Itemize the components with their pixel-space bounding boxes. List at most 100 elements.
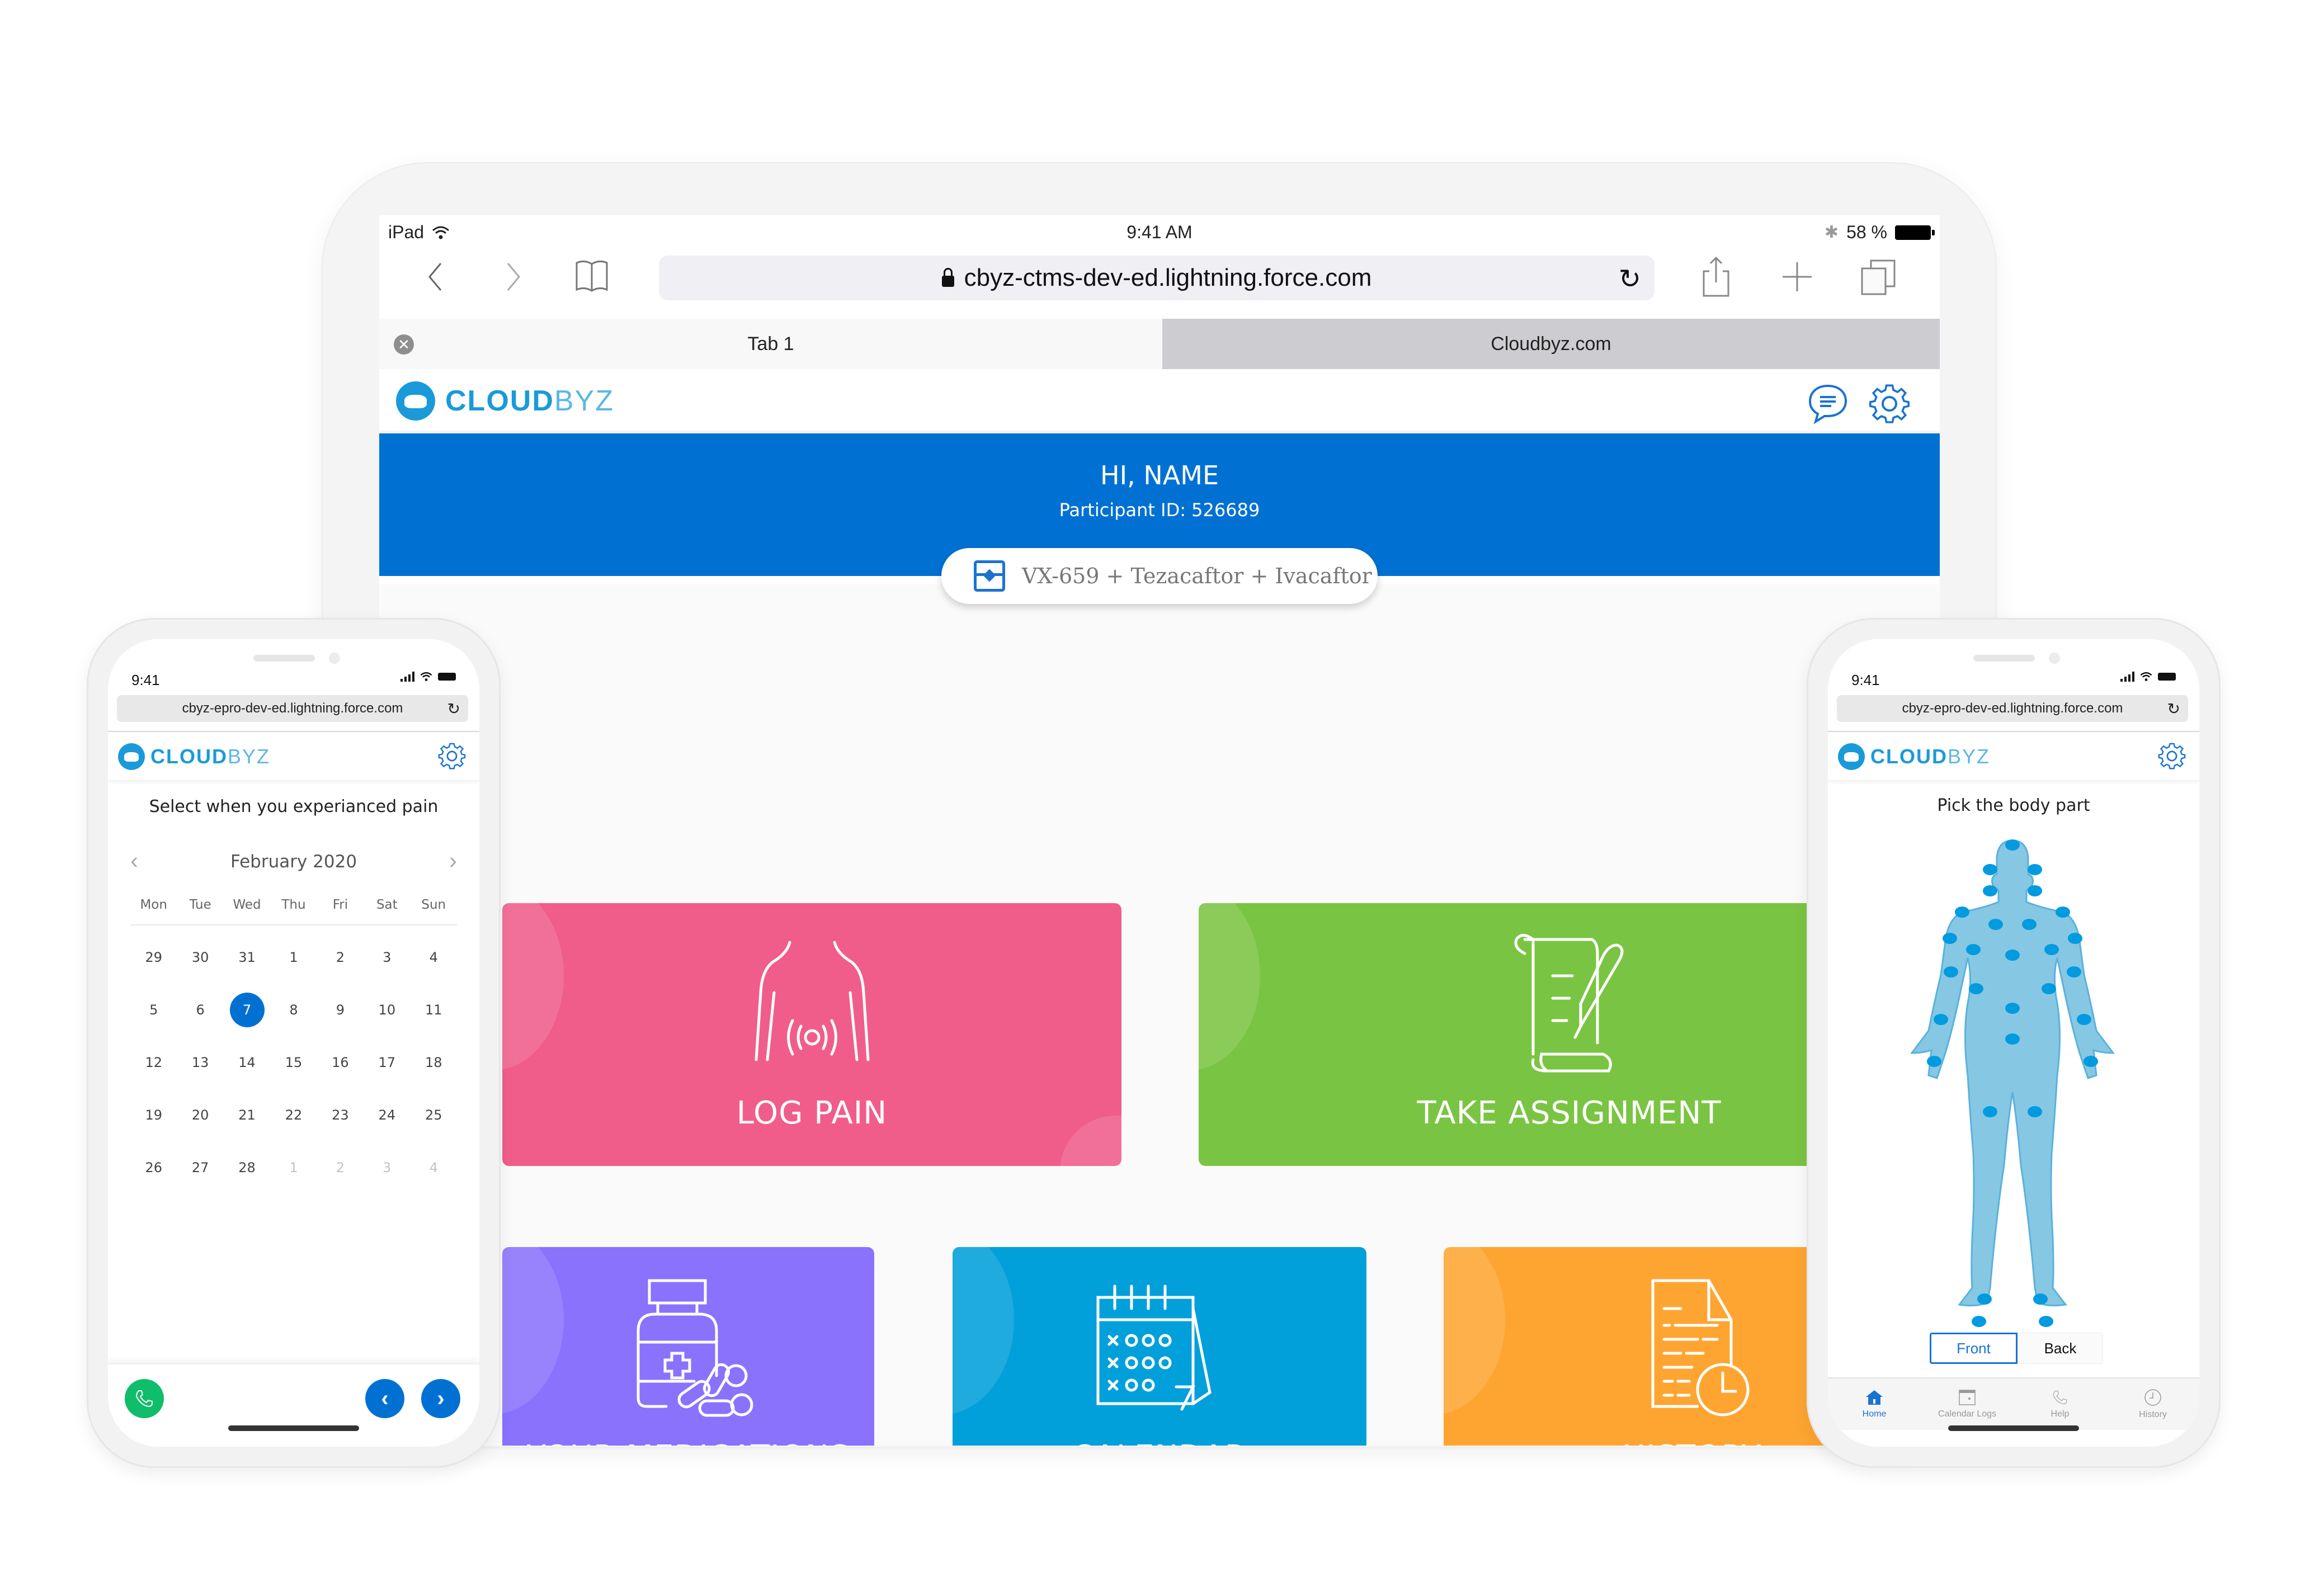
body-point-hotspot[interactable]	[2077, 1014, 2091, 1025]
body-point-hotspot[interactable]	[1977, 1293, 1992, 1305]
calendar-day[interactable]: 2	[317, 1160, 364, 1175]
tile-your-medications[interactable]: YOUR MEDICATIONS	[502, 1247, 874, 1446]
chat-icon[interactable]	[1806, 381, 1850, 426]
calendar-day[interactable]: 17	[364, 1055, 410, 1070]
body-point-hotspot[interactable]	[1972, 1316, 1986, 1327]
nav-calendar-logs[interactable]: Calendar Logs	[1921, 1378, 2014, 1430]
close-tab-icon[interactable]: ✕	[394, 334, 414, 355]
tile-calendar[interactable]: CALENDAR	[953, 1247, 1366, 1446]
calendar-day[interactable]: 2	[317, 950, 364, 965]
calendar-day[interactable]: 24	[364, 1107, 410, 1123]
body-point-hotspot[interactable]	[2022, 919, 2037, 930]
body-point-hotspot[interactable]	[2028, 885, 2042, 896]
nav-help[interactable]: Help	[2014, 1378, 2106, 1430]
calendar-day[interactable]: 23	[317, 1107, 364, 1123]
reload-icon[interactable]: ↻	[447, 700, 460, 718]
body-point-hotspot[interactable]	[1955, 906, 1969, 918]
calendar-day[interactable]: 29	[130, 950, 177, 965]
body-point-hotspot[interactable]	[2067, 966, 2081, 978]
nav-history[interactable]: History	[2106, 1378, 2199, 1430]
calendar-day[interactable]: 15	[270, 1055, 317, 1070]
url-field[interactable]: cbyz-ctms-dev-ed.lightning.force.com ↻	[659, 256, 1654, 300]
gear-icon[interactable]	[437, 741, 467, 771]
calendar-day[interactable]: 1	[270, 950, 317, 965]
calendar-day[interactable]: 3	[364, 1160, 410, 1175]
calendar-day-selected[interactable]: 7	[224, 993, 270, 1027]
url-field[interactable]: cbyz-epro-dev-ed.lightning.force.com ↻	[1837, 695, 2188, 722]
new-tab-button[interactable]	[1775, 254, 1820, 299]
body-point-hotspot[interactable]	[2084, 1056, 2098, 1067]
calendar-day[interactable]: 10	[364, 1002, 410, 1018]
calendar-day[interactable]: 6	[177, 1002, 223, 1018]
gear-icon[interactable]	[2157, 741, 2187, 771]
calendar-day[interactable]: 20	[177, 1107, 223, 1123]
calendar-day[interactable]: 31	[224, 950, 270, 965]
home-indicator[interactable]	[228, 1425, 359, 1431]
calendar-day[interactable]: 30	[177, 950, 223, 965]
tile-log-pain[interactable]: LOG PAIN	[502, 903, 1121, 1166]
calendar-day[interactable]: 1	[270, 1160, 317, 1175]
calendar-day[interactable]: 4	[411, 950, 457, 965]
cloudbyz-logo[interactable]: CLOUD BYZ	[118, 743, 270, 770]
calendar-day[interactable]: 9	[317, 1002, 364, 1018]
bookmarks-button[interactable]	[569, 254, 614, 299]
calendar-day[interactable]: 19	[130, 1107, 177, 1123]
back-button[interactable]	[413, 254, 458, 299]
body-point-hotspot[interactable]	[2028, 1106, 2042, 1117]
body-point-hotspot[interactable]	[1988, 919, 2003, 930]
body-point-hotspot[interactable]	[2042, 983, 2056, 994]
back-view-button[interactable]: Back	[2018, 1333, 2103, 1364]
forward-button[interactable]	[491, 254, 536, 299]
cloudbyz-logo[interactable]: CLOUD BYZ	[1838, 743, 1990, 770]
body-point-hotspot[interactable]	[2005, 950, 2020, 961]
human-body-figure[interactable]	[1906, 829, 2119, 1333]
body-point-hotspot[interactable]	[2005, 1033, 2020, 1045]
body-point-hotspot[interactable]	[1944, 966, 1958, 978]
calendar-day[interactable]: 22	[270, 1107, 317, 1123]
body-point-hotspot[interactable]	[2068, 933, 2082, 944]
body-point-hotspot[interactable]	[2005, 1003, 2020, 1014]
body-point-hotspot[interactable]	[1983, 864, 1997, 875]
calendar-day[interactable]: 3	[364, 950, 410, 965]
next-month-button[interactable]: ›	[449, 847, 457, 874]
reload-icon[interactable]: ↻	[1619, 263, 1641, 295]
next-button[interactable]: ›	[421, 1379, 460, 1418]
calendar-day[interactable]: 13	[177, 1055, 223, 1070]
body-point-hotspot[interactable]	[2039, 1316, 2053, 1327]
body-point-hotspot[interactable]	[2028, 864, 2042, 875]
study-selector[interactable]: VX-659 + Tezacaftor + Ivacaftor	[941, 548, 1378, 604]
calendar-day[interactable]: 26	[130, 1160, 177, 1175]
calendar-day[interactable]: 16	[317, 1055, 364, 1070]
body-point-hotspot[interactable]	[1943, 933, 1957, 944]
calendar-day[interactable]: 11	[411, 1002, 457, 1018]
calendar-day[interactable]: 8	[270, 1002, 317, 1018]
gear-icon[interactable]	[1867, 381, 1912, 426]
call-button[interactable]	[125, 1379, 164, 1418]
body-point-hotspot[interactable]	[2033, 1293, 2048, 1305]
calendar-day[interactable]: 21	[224, 1107, 270, 1123]
cloudbyz-logo[interactable]: CLOUD BYZ	[396, 381, 614, 421]
calendar-day[interactable]: 28	[224, 1160, 270, 1175]
body-point-hotspot[interactable]	[2005, 839, 2020, 851]
body-point-hotspot[interactable]	[1983, 885, 1997, 896]
calendar-day[interactable]: 25	[411, 1107, 457, 1123]
previous-button[interactable]: ‹	[365, 1379, 404, 1418]
calendar-day[interactable]: 18	[411, 1055, 457, 1070]
body-point-hotspot[interactable]	[1934, 1014, 1948, 1025]
calendar-day[interactable]: 12	[130, 1055, 177, 1070]
tabs-button[interactable]	[1856, 254, 1901, 299]
home-indicator[interactable]	[1948, 1425, 2079, 1431]
calendar-day[interactable]: 4	[411, 1160, 457, 1175]
body-point-hotspot[interactable]	[2044, 944, 2059, 955]
reload-icon[interactable]: ↻	[2167, 700, 2180, 718]
body-silhouette[interactable]	[1910, 839, 2115, 1307]
front-view-button[interactable]: Front	[1930, 1333, 2018, 1364]
body-point-hotspot[interactable]	[1927, 1056, 1941, 1067]
tab-1[interactable]: ✕ Tab 1	[379, 319, 1162, 369]
share-button[interactable]	[1694, 254, 1738, 299]
body-point-hotspot[interactable]	[2056, 906, 2070, 918]
body-point-hotspot[interactable]	[1969, 983, 1983, 994]
url-field[interactable]: cbyz-epro-dev-ed.lightning.force.com ↻	[117, 695, 468, 722]
calendar-day[interactable]: 5	[130, 1002, 177, 1018]
nav-home[interactable]: Home	[1828, 1378, 1921, 1430]
